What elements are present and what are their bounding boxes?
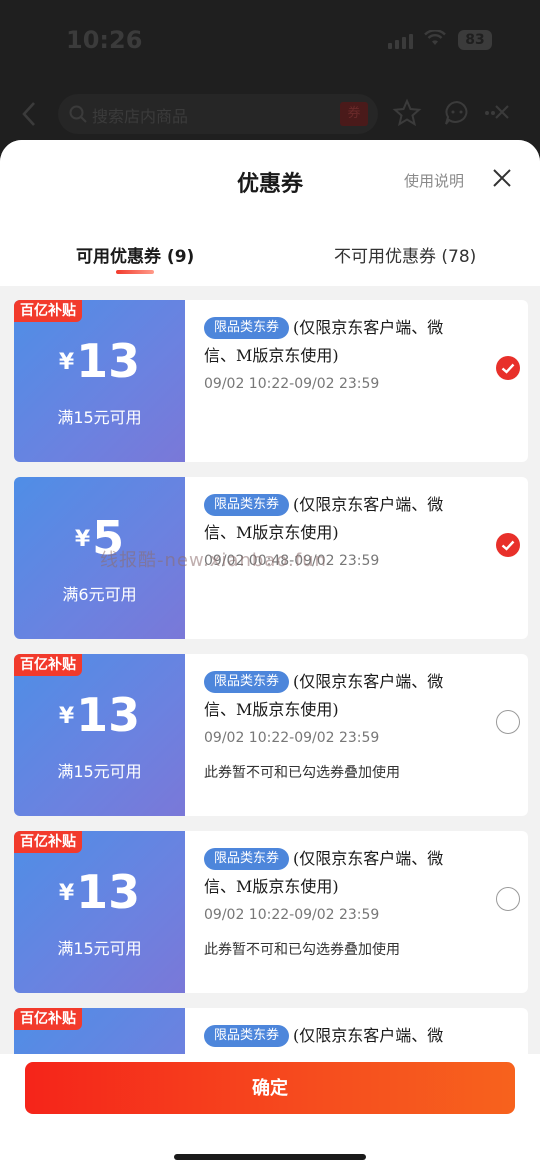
coupon-description: 限品类东券 (仅限京东客户端、微信、M版京东使用) [204, 845, 474, 901]
coupon-tag-icon: 券 [340, 102, 368, 126]
coupon-amount-value: 13 [76, 334, 141, 388]
coupon-card[interactable]: 百亿补贴 ¥13 满15元可用 限品类东券 (仅限京东客户端、微信、M版京东使用)… [14, 654, 528, 816]
coupon-details: 限品类东券 (仅限京东客户端、微 [204, 1022, 474, 1050]
subsidy-badge: 百亿补贴 [14, 300, 82, 322]
coupon-details: 限品类东券 (仅限京东客户端、微信、M版京东使用) 09/02 10:22-09/… [204, 668, 474, 782]
coupon-validity: 09/02 10:22-09/02 23:59 [204, 907, 380, 923]
coupon-description: 限品类东券 (仅限京东客户端、微信、M版京东使用) [204, 314, 474, 370]
coupon-description: 限品类东券 (仅限京东客户端、微信、M版京东使用) [204, 668, 474, 724]
coupon-checkbox-unchecked[interactable] [496, 710, 520, 734]
currency-symbol: ¥ [74, 527, 91, 552]
status-time: 10:26 [66, 26, 143, 54]
coupon-value-panel: 百亿补贴 ¥13 满15元可用 [14, 831, 185, 993]
coupon-amount: ¥13 [14, 865, 185, 919]
coupon-checkbox-unchecked[interactable] [496, 887, 520, 911]
coupon-validity: 09/02 10:22-09/02 23:59 [204, 730, 380, 746]
coupon-condition: 满15元可用 [57, 408, 142, 427]
currency-symbol: ¥ [58, 704, 75, 729]
coupon-amount: ¥13 [14, 334, 185, 388]
search-icon [69, 105, 87, 123]
coupon-type-tag: 限品类东券 [204, 671, 290, 693]
coupon-checkbox-checked[interactable] [496, 533, 520, 557]
usage-instructions-link[interactable]: 使用说明 [404, 170, 464, 191]
subsidy-badge: 百亿补贴 [14, 831, 82, 853]
home-indicator [174, 1154, 366, 1160]
coupon-condition: 满15元可用 [57, 939, 142, 958]
coupon-type-tag: 限品类东券 [204, 494, 290, 516]
coupon-details: 限品类东券 (仅限京东客户端、微信、M版京东使用) 09/02 10:22-09/… [204, 314, 474, 392]
check-icon [501, 540, 515, 551]
bottom-action-bar: 确定 [0, 1054, 540, 1170]
coupon-amount-value: 13 [76, 688, 141, 742]
coupon-type-tag: 限品类东券 [204, 317, 290, 339]
coupon-sheet: 优惠券 使用说明 可用优惠券 (9) 不可用优惠券 (78) 百亿补贴 ¥13 … [0, 140, 540, 1170]
sheet-header: 优惠券 使用说明 可用优惠券 (9) 不可用优惠券 (78) [0, 140, 540, 286]
coupon-card[interactable]: 百亿补贴 ¥13 满15元可用 限品类东券 (仅限京东客户端、微信、M版京东使用)… [14, 300, 528, 462]
wifi-icon [424, 30, 446, 45]
confirm-button[interactable]: 确定 [25, 1062, 515, 1114]
coupon-amount-value: 13 [76, 865, 141, 919]
coupon-validity: 09/02 10:22-09/02 23:59 [204, 376, 380, 392]
watermark-text: 线报酷-new.xianbao.fun [100, 550, 327, 571]
coupon-card[interactable]: 百亿补贴 ¥13 满15元可用 限品类东券 (仅限京东客户端、微信、M版京东使用)… [14, 831, 528, 993]
star-icon [392, 98, 422, 127]
coupon-condition: 满15元可用 [57, 762, 142, 781]
battery-icon: 83 [458, 30, 492, 50]
coupon-desc-text: (仅限京东客户端、微 [293, 1026, 444, 1045]
coupon-description: 限品类东券 (仅限京东客户端、微信、M版京东使用) [204, 491, 474, 547]
active-tab-indicator [116, 270, 154, 274]
coupon-type-tag: 限品类东券 [204, 1025, 290, 1047]
currency-symbol: ¥ [58, 881, 75, 906]
coupon-condition: 满6元可用 [62, 585, 137, 604]
status-bar: 10:26 83 [0, 0, 540, 80]
subsidy-badge: 百亿补贴 [14, 654, 82, 676]
signal-icon [388, 34, 413, 49]
coupon-amount: ¥13 [14, 688, 185, 742]
coupon-description: 限品类东券 (仅限京东客户端、微 [204, 1022, 474, 1050]
close-icon[interactable] [490, 166, 514, 190]
subsidy-badge: 百亿补贴 [14, 1008, 82, 1030]
search-placeholder: 搜索店内商品 [92, 107, 189, 126]
background-search-bar: 搜索店内商品 券 [58, 94, 378, 134]
coupon-value-panel: 百亿补贴 ¥13 满15元可用 [14, 654, 185, 816]
more-close-icon [485, 105, 509, 119]
background-nav: 搜索店内商品 券 [0, 86, 540, 142]
check-icon [501, 363, 515, 374]
coupon-checkbox-checked[interactable] [496, 356, 520, 380]
message-icon [445, 100, 468, 125]
coupon-stack-note: 此券暂不可和已勾选券叠加使用 [204, 765, 400, 781]
coupon-value-panel: 百亿补贴 ¥13 满15元可用 [14, 300, 185, 462]
coupon-stack-note: 此券暂不可和已勾选券叠加使用 [204, 942, 400, 958]
tab-available-coupons[interactable]: 可用优惠券 (9) [76, 242, 194, 267]
currency-symbol: ¥ [58, 350, 75, 375]
coupon-type-tag: 限品类东券 [204, 848, 290, 870]
tab-unavailable-coupons[interactable]: 不可用优惠券 (78) [334, 242, 476, 267]
coupon-details: 限品类东券 (仅限京东客户端、微信、M版京东使用) 09/02 10:22-09/… [204, 845, 474, 959]
back-arrow-icon [22, 102, 35, 126]
